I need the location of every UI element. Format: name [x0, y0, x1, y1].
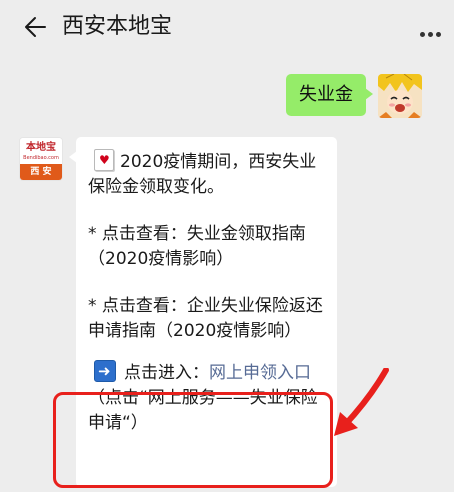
logo-name: 本地宝	[26, 142, 56, 153]
my-message-bubble: 失业金	[286, 74, 373, 116]
intro-text: 2020疫情期间，西安失业保险金领取变化。	[88, 152, 317, 197]
bendibao-avatar[interactable]: 本地宝 Bendibao.com 西 安	[19, 137, 63, 181]
online-apply-link[interactable]: 网上申领入口	[209, 363, 311, 383]
user-avatar[interactable]	[378, 74, 422, 118]
logo-city: 西 安	[20, 164, 62, 180]
online-apply-prefix: 点击进入：	[124, 363, 209, 383]
guide-item-2-prefix: * 点击查看：	[88, 296, 187, 316]
highlight-box	[53, 392, 333, 488]
chat-header: 西安本地宝	[0, 0, 454, 54]
more-dots-icon[interactable]	[420, 22, 446, 37]
bendibao-logo: 本地宝 Bendibao.com	[20, 138, 62, 164]
chat-title: 西安本地宝	[62, 14, 173, 39]
logo-subtitle: Bendibao.com	[23, 155, 59, 161]
cartoon-avatar-icon	[378, 74, 422, 118]
intro-paragraph: 2020疫情期间，西安失业保险金领取变化。	[88, 149, 323, 200]
guide-item-1-prefix: * 点击查看：	[88, 224, 187, 244]
red-card-icon	[94, 149, 114, 171]
guide-item-1[interactable]: * 点击查看：失业金领取指南（2020疫情影响）	[88, 222, 323, 272]
right-arrow-icon	[94, 360, 116, 382]
arrow-left-icon[interactable]	[22, 14, 48, 40]
annotation-arrow-icon	[334, 368, 389, 436]
guide-item-2[interactable]: * 点击查看：企业失业保险返还申请指南（2020疫情影响）	[88, 294, 323, 344]
